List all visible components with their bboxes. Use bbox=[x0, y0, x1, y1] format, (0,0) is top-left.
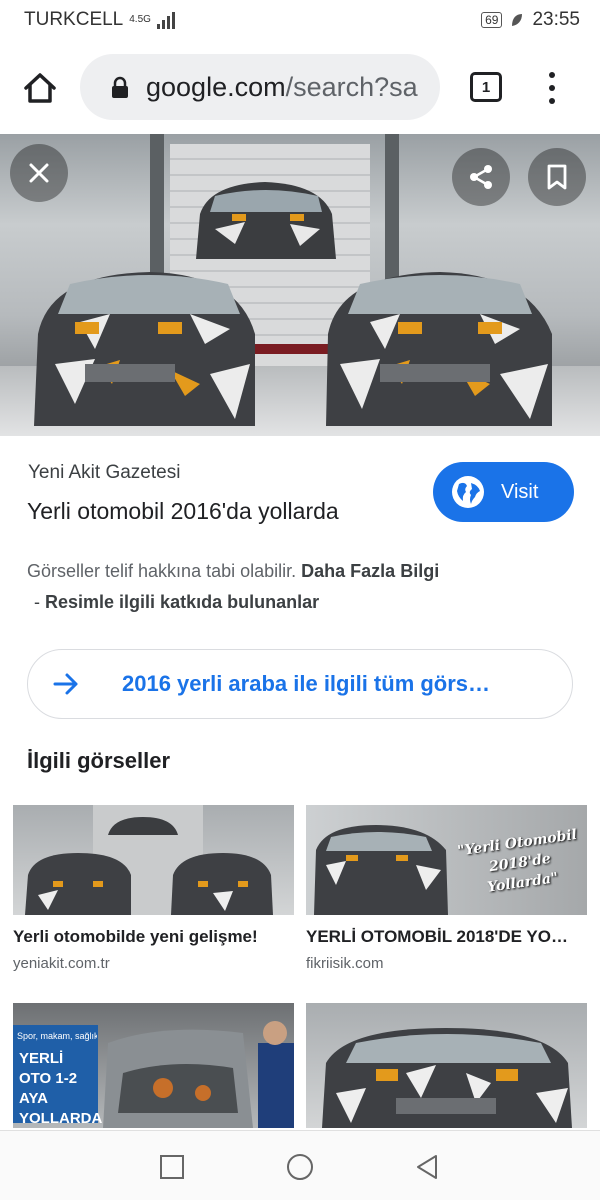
related-card[interactable]: "Yerli Otomobil 2018'de Yollarda" YERLİ … bbox=[306, 805, 587, 972]
back-icon[interactable] bbox=[414, 1153, 442, 1181]
related-site: yeniakit.com.tr bbox=[13, 955, 110, 972]
close-button[interactable] bbox=[10, 144, 68, 202]
tab-switcher-button[interactable]: 1 bbox=[470, 72, 502, 102]
save-image-button[interactable] bbox=[528, 148, 586, 206]
result-title[interactable]: Yerli otomobil 2016'da yollarda bbox=[27, 498, 339, 525]
network-type: 4.5G bbox=[129, 14, 151, 25]
visit-button[interactable]: Visit bbox=[433, 462, 574, 522]
signal-icon bbox=[156, 11, 175, 29]
globe-icon bbox=[452, 476, 484, 508]
browser-toolbar: google.com/search?sa 1 bbox=[0, 48, 600, 128]
overflow-menu-button[interactable] bbox=[540, 68, 564, 108]
battery-icon: 69 bbox=[481, 12, 503, 28]
cars-illustration bbox=[34, 182, 552, 426]
share-icon bbox=[470, 165, 492, 189]
url-domain: google.com bbox=[146, 71, 286, 102]
leaf-icon bbox=[512, 14, 523, 26]
bookmark-icon bbox=[547, 164, 567, 190]
all-images-button[interactable]: 2016 yerli araba ile ilgili tüm görse… bbox=[27, 649, 573, 719]
lock-icon bbox=[112, 76, 128, 98]
related-card[interactable] bbox=[306, 1003, 587, 1128]
related-site: fikriisik.com bbox=[306, 955, 384, 972]
related-card[interactable]: Spor, makam, sağlık YERLİ OTO 1-2 AYA YO… bbox=[13, 1003, 294, 1128]
related-thumbnail: "Yerli Otomobil 2018'de Yollarda" bbox=[306, 805, 587, 915]
all-images-label: 2016 yerli araba ile ilgili tüm görse… bbox=[122, 671, 502, 696]
visit-label: Visit bbox=[501, 480, 539, 503]
home-nav-icon[interactable] bbox=[286, 1153, 314, 1181]
related-thumbnail: Spor, makam, sağlık YERLİ OTO 1-2 AYA YO… bbox=[13, 1003, 294, 1128]
related-card[interactable]: Yerli otomobilde yeni gelişme! yeniakit.… bbox=[13, 805, 294, 972]
close-icon bbox=[29, 163, 49, 183]
related-thumbnail bbox=[13, 805, 294, 915]
more-info-link[interactable]: Daha Fazla Bilgi bbox=[301, 561, 439, 581]
url-path: /search?sa bbox=[285, 71, 418, 102]
related-title: YERLİ OTOMOBİL 2018'DE YO… bbox=[306, 927, 568, 946]
result-image[interactable] bbox=[0, 134, 600, 436]
related-title: Yerli otomobilde yeni gelişme! bbox=[13, 927, 258, 946]
arrow-right-icon bbox=[53, 673, 78, 695]
home-button[interactable] bbox=[20, 68, 60, 108]
thumbnail-overlay-text: YERLİ OTO 1-2 AYA YOLLARDA bbox=[19, 1050, 103, 1127]
copyright-notice: Görseller telif hakkına tabi olabilir. D… bbox=[27, 561, 439, 582]
source-name: Yeni Akit Gazetesi bbox=[28, 462, 181, 483]
system-nav-bar bbox=[0, 1130, 600, 1200]
carrier-name: TURKCELL bbox=[24, 9, 124, 30]
contributors-row: - Resimle ilgili katkıda bulunanlar bbox=[34, 592, 319, 613]
related-heading: İlgili görseller bbox=[27, 748, 171, 773]
copyright-text: Görseller telif hakkına tabi olabilir. bbox=[27, 561, 297, 581]
share-button[interactable] bbox=[452, 148, 510, 206]
url-text: google.com/search?sa bbox=[146, 72, 418, 103]
status-bar: TURKCELL 4.5G 69 23:55 bbox=[0, 0, 600, 40]
url-bar[interactable]: google.com/search?sa bbox=[80, 54, 440, 120]
clock: 23:55 bbox=[532, 9, 580, 30]
contributors-link[interactable]: Resimle ilgili katkıda bulunanlar bbox=[45, 592, 319, 612]
contrib-dash: - bbox=[34, 592, 40, 612]
related-thumbnail bbox=[306, 1003, 587, 1128]
thumbnail-overlay-top: Spor, makam, sağlık bbox=[17, 1031, 97, 1041]
recents-icon[interactable] bbox=[158, 1153, 186, 1181]
home-icon bbox=[24, 73, 56, 103]
